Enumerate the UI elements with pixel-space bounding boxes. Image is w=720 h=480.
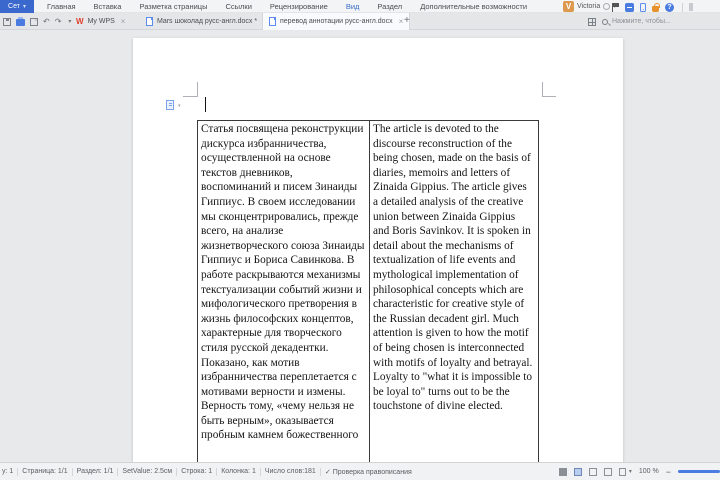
menu-item-more-features[interactable]: Дополнительные возможности [411, 0, 536, 13]
new-tab-button[interactable]: + [404, 15, 410, 26]
view-outline-icon[interactable] [603, 467, 612, 476]
view-web-layout-icon[interactable] [588, 467, 597, 476]
tab-my-wps[interactable]: W My WPS × [70, 13, 131, 30]
margin-mark [197, 82, 198, 97]
mobile-icon[interactable] [640, 2, 646, 12]
status-spellcheck[interactable]: ✓ Проверка правописания [321, 468, 416, 476]
apps-grid-icon[interactable] [588, 18, 596, 26]
view-fullscreen-icon[interactable] [558, 467, 567, 476]
quick-access-toolbar: ↶ ↷ ▾ [3, 13, 71, 30]
document-icon [269, 17, 276, 26]
search-placeholder: Нажмите, чтобы... [612, 18, 671, 25]
menu-items: Главная Вставка Разметка страницы Ссылки… [38, 0, 536, 13]
zoom-out-button[interactable]: − [666, 467, 671, 477]
status-section: Раздел: 1/1 [76, 468, 114, 475]
avatar[interactable]: V [563, 1, 574, 12]
menu-item-page-layout[interactable]: Разметка страницы [130, 0, 216, 13]
status-word-count[interactable]: Число слов:181 [261, 468, 320, 475]
menu-item-review[interactable]: Рецензирование [261, 0, 337, 13]
menu-bar: Сет ▾ Главная Вставка Разметка страницы … [0, 0, 720, 13]
command-search-input[interactable]: Нажмите, чтобы... [602, 15, 720, 28]
status-page[interactable]: Страница: 1/1 [18, 468, 71, 475]
table-cell-english[interactable]: The article is devoted to the discourse … [369, 120, 539, 462]
minimize-button[interactable] [689, 3, 693, 11]
divider [682, 2, 683, 12]
menu-item-section[interactable]: Раздел [368, 0, 411, 13]
zoom-slider[interactable] [678, 470, 720, 473]
status-setvalue: SetValue: 2.5см [122, 468, 173, 475]
page-format-icon[interactable] [166, 100, 174, 110]
document-page[interactable]: ▾ Статья посвящена реконструкции дискурс… [133, 38, 623, 462]
status-column: Колонка: 1 [221, 468, 256, 475]
titlebar-icon-group: ? [612, 2, 693, 12]
document-icon [146, 17, 153, 26]
menu-item-view[interactable]: Вид [337, 0, 369, 13]
undo-icon[interactable]: ↶ [43, 17, 50, 27]
view-print-layout-icon[interactable] [573, 467, 582, 476]
app-menu-label: Сет [8, 3, 20, 10]
chevron-down-icon: ▾ [22, 4, 26, 10]
status-bar: у: 1 Страница: 1/1 Раздел: 1/1 SetValue:… [0, 462, 720, 480]
spellcheck-icon: ✓ [324, 468, 331, 476]
status-item: у: 1 [2, 468, 14, 475]
menu-item-references[interactable]: Ссылки [216, 0, 260, 13]
status-left: у: 1 Страница: 1/1 Раздел: 1/1 SetValue:… [2, 463, 416, 480]
margin-mark [542, 96, 556, 97]
help-icon[interactable]: ? [665, 2, 674, 12]
close-icon[interactable]: × [399, 17, 404, 26]
chevron-down-icon[interactable]: ▾ [629, 468, 632, 475]
margin-mark [542, 82, 543, 97]
print-preview-icon[interactable] [30, 17, 38, 26]
translation-table: Статья посвящена реконструкции дискурса … [197, 120, 539, 462]
text-cursor [205, 97, 207, 112]
tab-document-perevod[interactable]: перевод аннотации русс-англ.docx × [262, 13, 411, 30]
chevron-down-icon: ▾ [178, 103, 181, 109]
zoom-level[interactable]: 100 % [639, 468, 659, 475]
store-icon[interactable] [652, 2, 660, 12]
app-menu-button[interactable]: Сет ▾ [0, 0, 34, 13]
zoom-fit-page-icon[interactable] [618, 467, 626, 476]
print-icon[interactable] [16, 16, 25, 26]
account-name: Victoria [577, 3, 601, 10]
flag-icon[interactable] [612, 2, 619, 12]
tab-bar: ↶ ↷ ▾ W My WPS × Mars шоколад русс-англ.… [0, 13, 720, 30]
document-area: ▾ Статья посвящена реконструкции дискурс… [0, 30, 720, 462]
sync-icon[interactable] [625, 2, 634, 12]
wps-logo-icon: W [76, 17, 84, 26]
menu-item-home[interactable]: Главная [38, 0, 85, 13]
redo-icon[interactable]: ↷ [55, 17, 62, 27]
status-right: ▾ 100 % − [558, 463, 720, 480]
tab-document-mars[interactable]: Mars шоколад русс-англ.docx * × [140, 13, 274, 30]
tab-label: My WPS [87, 18, 115, 25]
table-cell-russian[interactable]: Статья посвящена реконструкции дискурса … [197, 120, 370, 462]
search-icon [602, 18, 608, 25]
status-line: Строка: 1 [181, 468, 213, 475]
tab-label: перевод аннотации русс-англ.docx [280, 18, 393, 25]
wps-writer-window: Сет ▾ Главная Вставка Разметка страницы … [0, 0, 720, 480]
menu-item-insert[interactable]: Вставка [85, 0, 131, 13]
account-badge-icon [603, 3, 611, 10]
account-area[interactable]: V Victoria ▾ [563, 1, 616, 12]
tab-label: Mars шоколад русс-англ.docx * [157, 18, 258, 25]
save-icon[interactable] [3, 17, 11, 26]
margin-mark [183, 96, 197, 97]
close-icon[interactable]: × [121, 17, 126, 26]
